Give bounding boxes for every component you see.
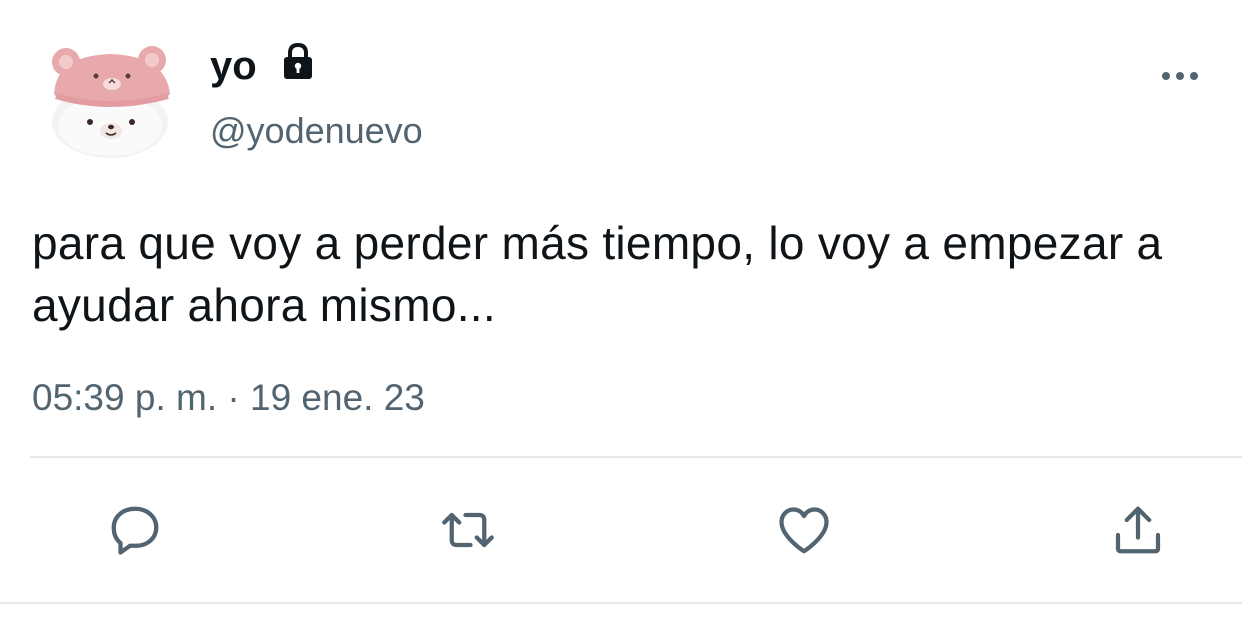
share-button[interactable] — [1104, 496, 1172, 564]
display-name[interactable]: yo — [210, 40, 257, 92]
like-button[interactable] — [770, 496, 838, 564]
lock-icon — [278, 42, 318, 82]
user-handle[interactable]: @yodenuevo — [210, 108, 423, 154]
share-icon — [1115, 506, 1161, 554]
retweet-icon — [442, 512, 494, 548]
tweet-card: yo @yodenuevo para que voy a perder más … — [0, 0, 1242, 621]
pink-bear-hat-plush-icon — [52, 46, 170, 158]
more-options-button[interactable] — [1150, 56, 1210, 96]
divider — [0, 602, 1242, 604]
heart-icon — [779, 507, 829, 554]
tweet-text: para que voy a perder más tiempo, lo voy… — [32, 217, 1163, 331]
reply-button[interactable] — [101, 496, 169, 564]
avatar[interactable] — [40, 36, 184, 160]
retweet-button[interactable] — [434, 496, 502, 564]
divider — [30, 456, 1242, 458]
tweet-timestamp[interactable]: 05:39 p. m. · 19 ene. 23 — [32, 374, 425, 422]
more-horizontal-icon — [1162, 72, 1198, 80]
reply-icon — [111, 506, 159, 555]
